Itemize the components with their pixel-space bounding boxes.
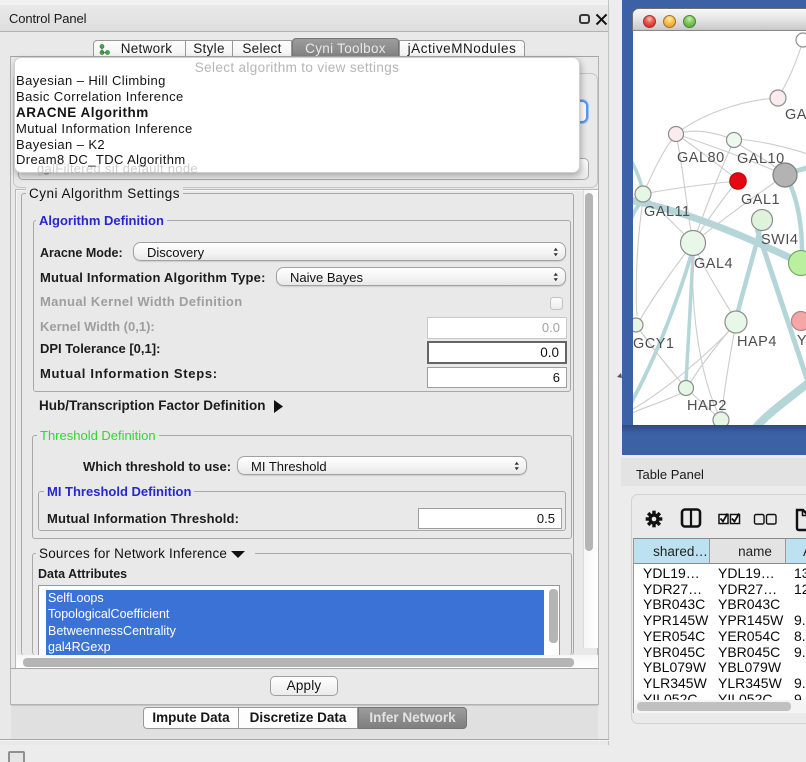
svg-text:GAL: GAL bbox=[785, 107, 806, 123]
svg-text:HAP4: HAP4 bbox=[737, 334, 777, 350]
svg-text:Y: Y bbox=[797, 333, 806, 349]
svg-text:GAL1: GAL1 bbox=[741, 192, 780, 208]
svg-text:GAL4: GAL4 bbox=[694, 256, 733, 272]
svg-text:GAL10: GAL10 bbox=[737, 151, 785, 167]
svg-text:SWI4: SWI4 bbox=[761, 232, 798, 248]
svg-text:GAL80: GAL80 bbox=[677, 150, 725, 166]
svg-text:HAP2: HAP2 bbox=[687, 398, 727, 414]
svg-text:GAL11: GAL11 bbox=[644, 204, 691, 220]
svg-text:GCY1: GCY1 bbox=[633, 336, 675, 352]
